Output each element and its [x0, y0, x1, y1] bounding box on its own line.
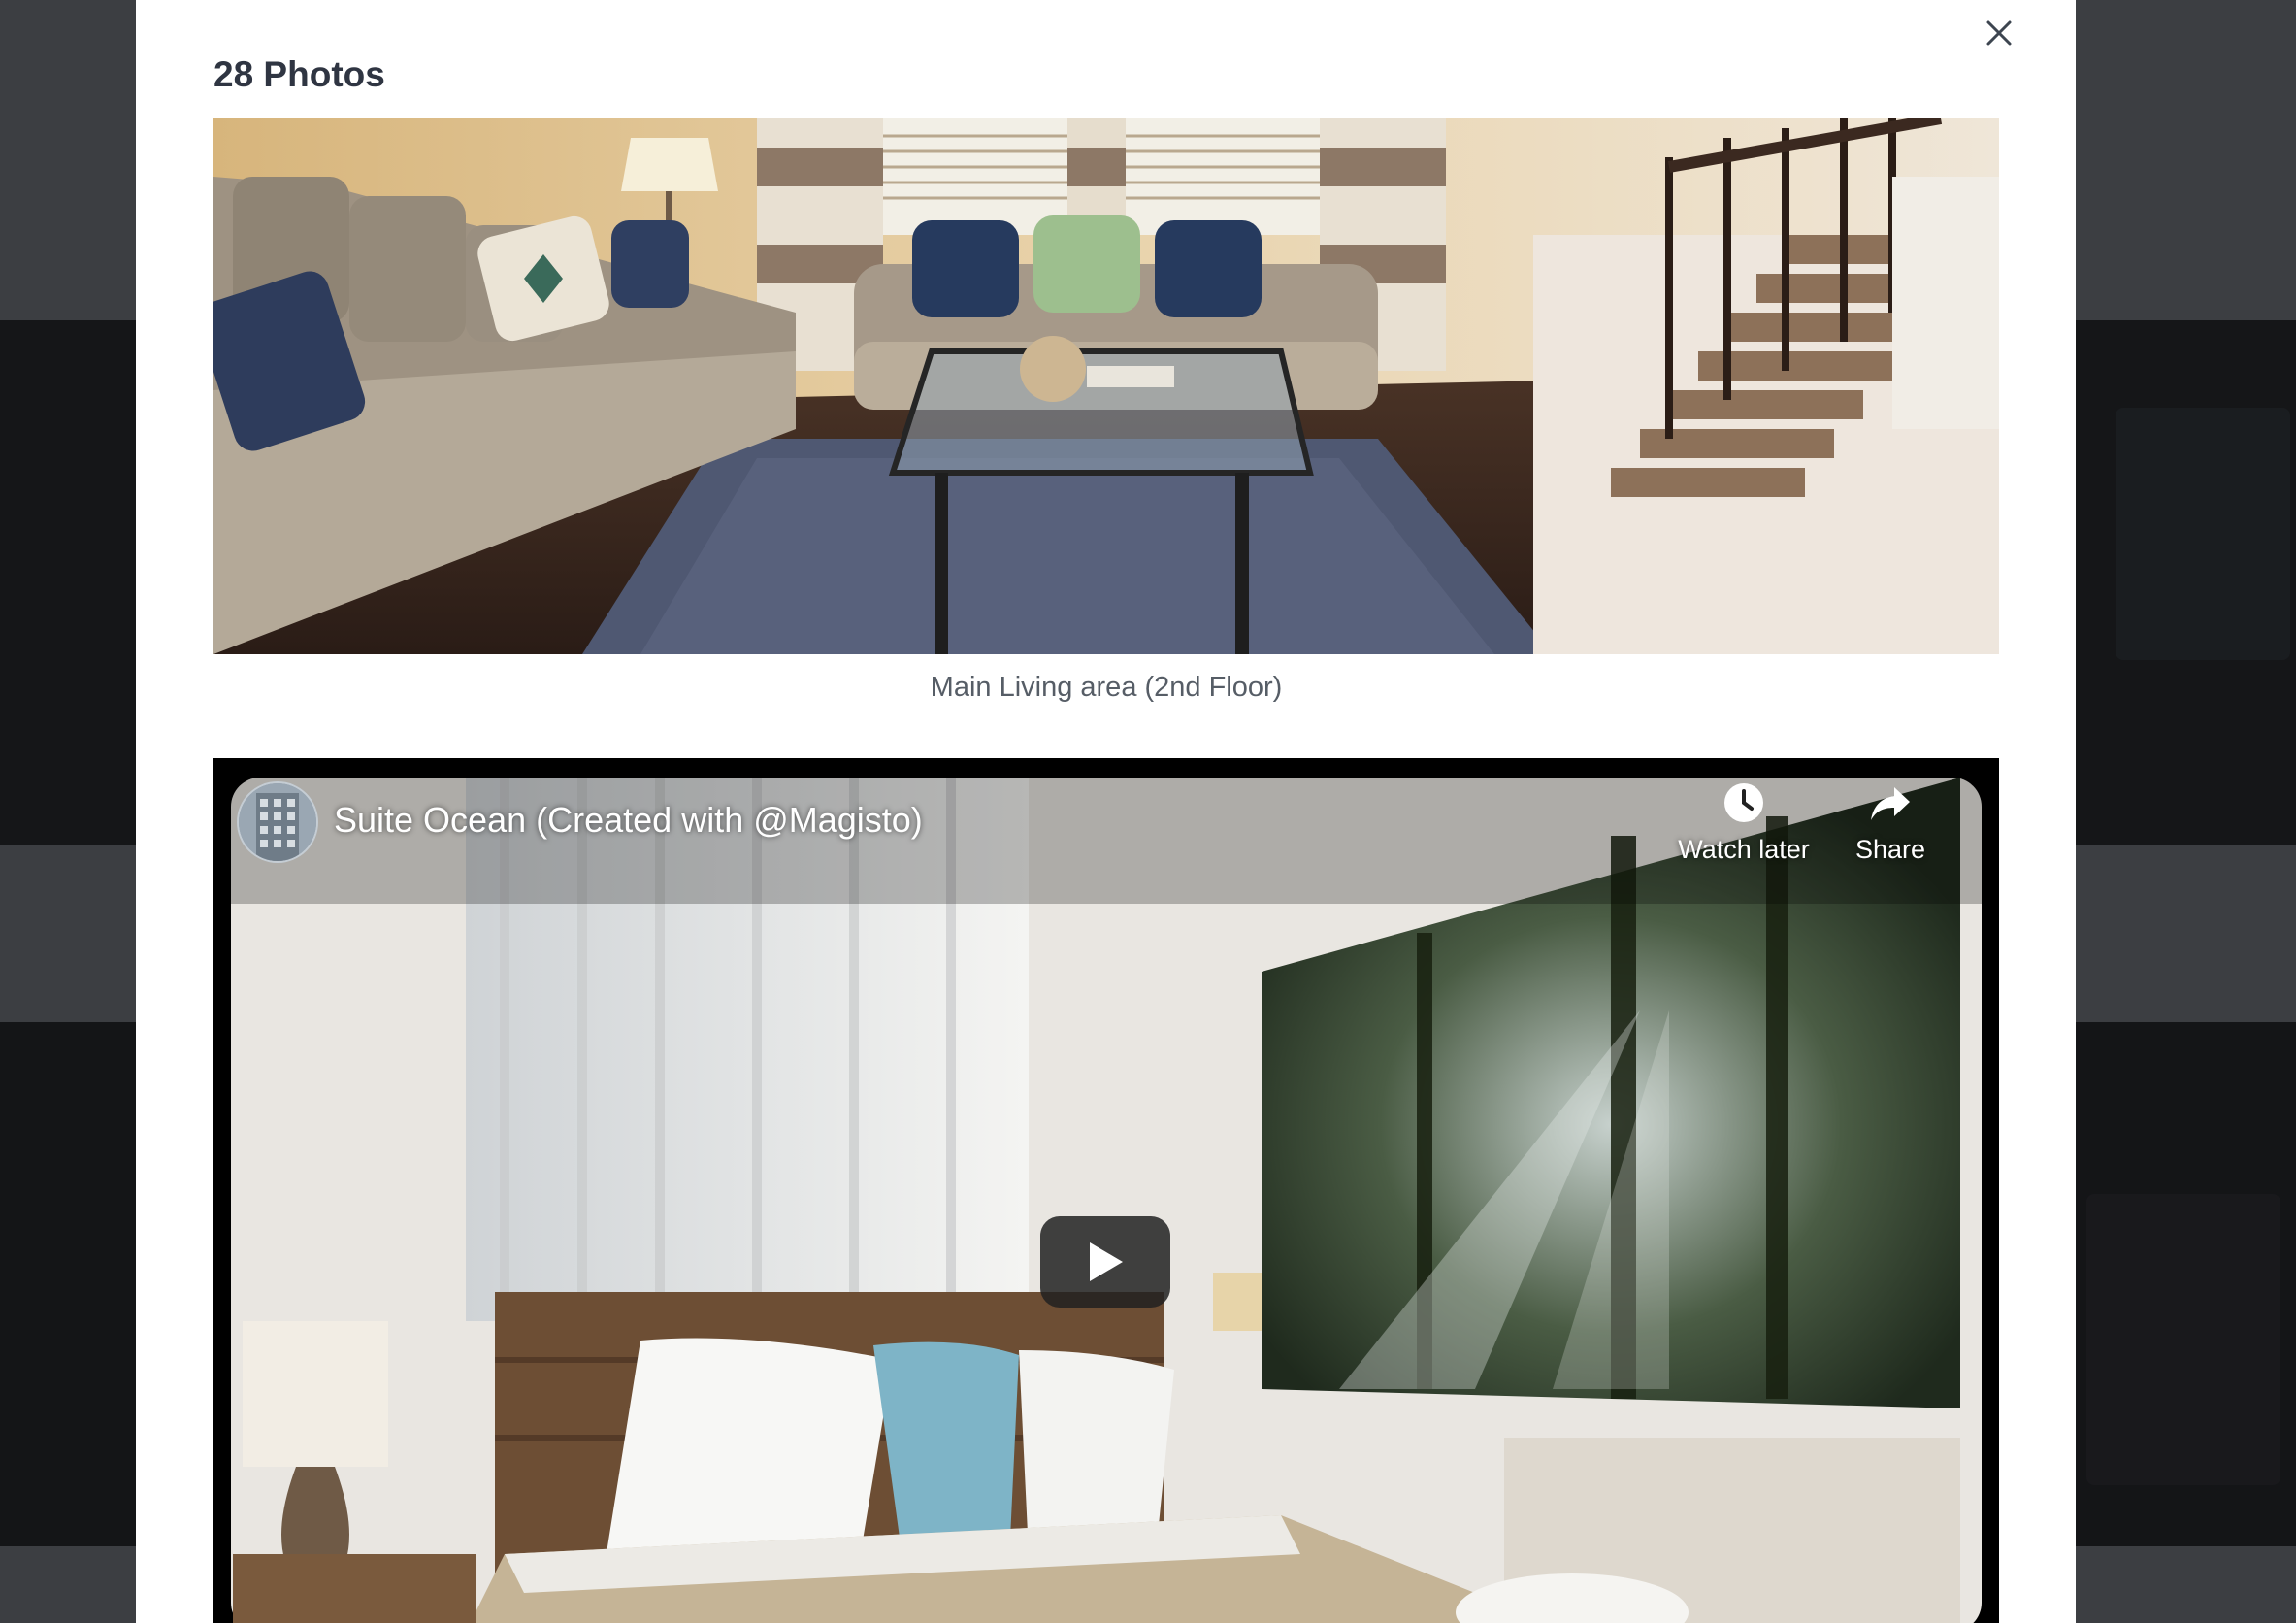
video-thumbnail — [213, 758, 1999, 1623]
gallery-title: 28 Photos — [213, 54, 385, 94]
background-image — [2086, 1194, 2280, 1485]
video-title[interactable]: Suite Ocean (Created with @Magisto) — [334, 800, 923, 841]
channel-avatar[interactable] — [237, 781, 318, 863]
video-player[interactable]: Suite Ocean (Created with @Magisto) Watc… — [213, 758, 1999, 1623]
watch-later-label: Watch later — [1678, 835, 1810, 864]
play-button[interactable] — [1040, 1216, 1170, 1308]
photo-gallery-modal: 28 Photos Main Living area (2nd Floor) S… — [136, 0, 2076, 1623]
watch-later-button[interactable]: Watch later — [1671, 781, 1817, 865]
photo-caption: Main Living area (2nd Floor) — [930, 672, 1283, 703]
clock-icon — [1724, 783, 1763, 822]
background-image — [2116, 408, 2290, 660]
play-icon — [1090, 1242, 1123, 1281]
gallery-photo[interactable] — [213, 118, 1999, 654]
close-button[interactable] — [1980, 14, 2018, 52]
share-arrow-icon — [1871, 787, 1910, 820]
close-icon — [1986, 20, 2012, 46]
share-label: Share — [1854, 835, 1926, 864]
share-button[interactable]: Share — [1832, 781, 1949, 865]
